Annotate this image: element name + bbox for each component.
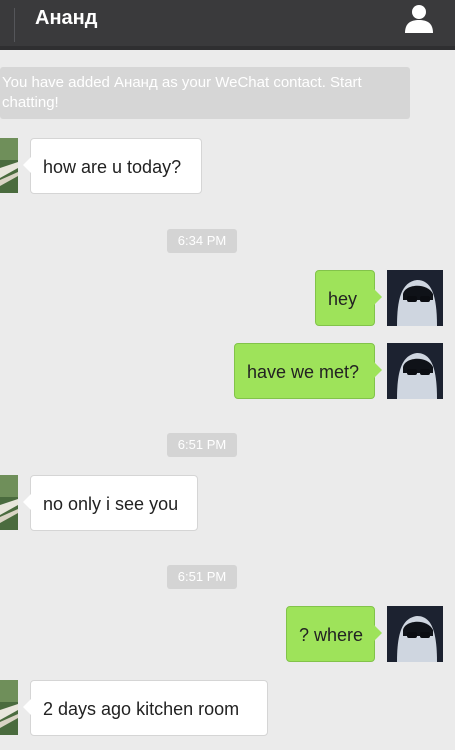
my-avatar[interactable] xyxy=(387,606,443,662)
contact-avatar[interactable] xyxy=(0,680,18,735)
message-bubble-outgoing[interactable]: ? where xyxy=(286,606,382,662)
user-icon[interactable] xyxy=(403,3,435,33)
header-divider xyxy=(14,8,15,42)
timestamp: 6:51 PM xyxy=(167,433,237,457)
header-shadow xyxy=(0,46,455,50)
my-avatar[interactable] xyxy=(387,343,443,399)
message-bubble-incoming[interactable]: no only i see you xyxy=(23,475,198,531)
message-bubble-incoming[interactable]: how are u today? xyxy=(23,138,202,194)
chat-header: Ананд xyxy=(0,0,455,50)
system-notice: You have added Ананд as your WeChat cont… xyxy=(0,67,410,119)
timestamp: 6:51 PM xyxy=(167,565,237,589)
message-bubble-outgoing[interactable]: hey xyxy=(315,270,382,326)
contact-avatar[interactable] xyxy=(0,138,18,193)
contact-name-title: Ананд xyxy=(35,7,98,29)
contact-avatar[interactable] xyxy=(0,475,18,530)
timestamp: 6:34 PM xyxy=(167,229,237,253)
message-bubble-outgoing[interactable]: have we met? xyxy=(234,343,382,399)
message-bubble-incoming[interactable]: 2 days ago kitchen room xyxy=(23,680,268,736)
my-avatar[interactable] xyxy=(387,270,443,326)
